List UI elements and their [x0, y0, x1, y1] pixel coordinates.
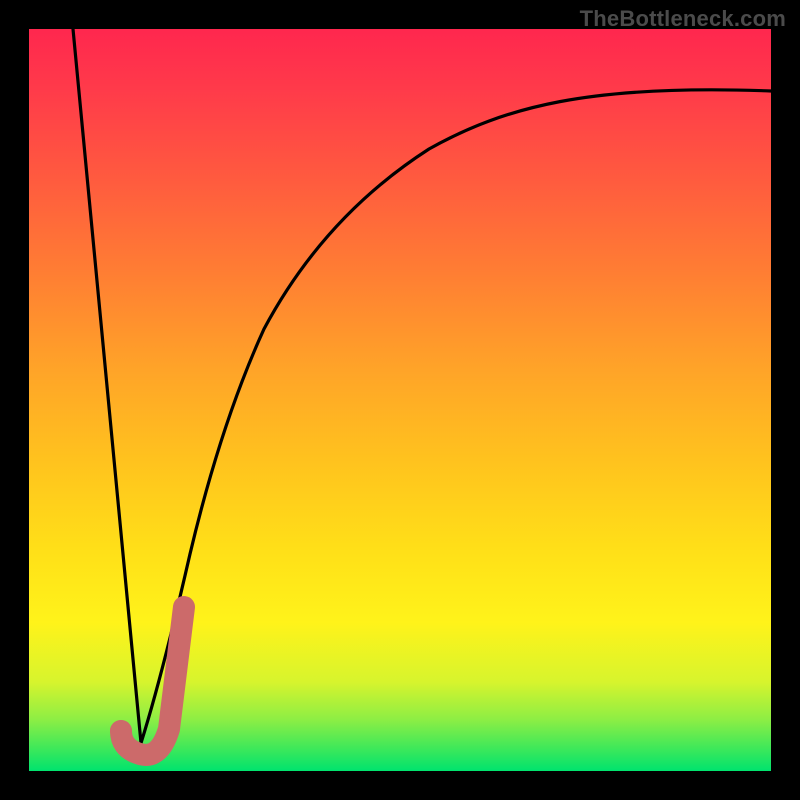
watermark-text: TheBottleneck.com [580, 6, 786, 32]
j-marker-dot [110, 720, 132, 742]
chart-frame: TheBottleneck.com [0, 0, 800, 800]
chart-overlay-svg [29, 29, 771, 771]
plot-area [29, 29, 771, 771]
